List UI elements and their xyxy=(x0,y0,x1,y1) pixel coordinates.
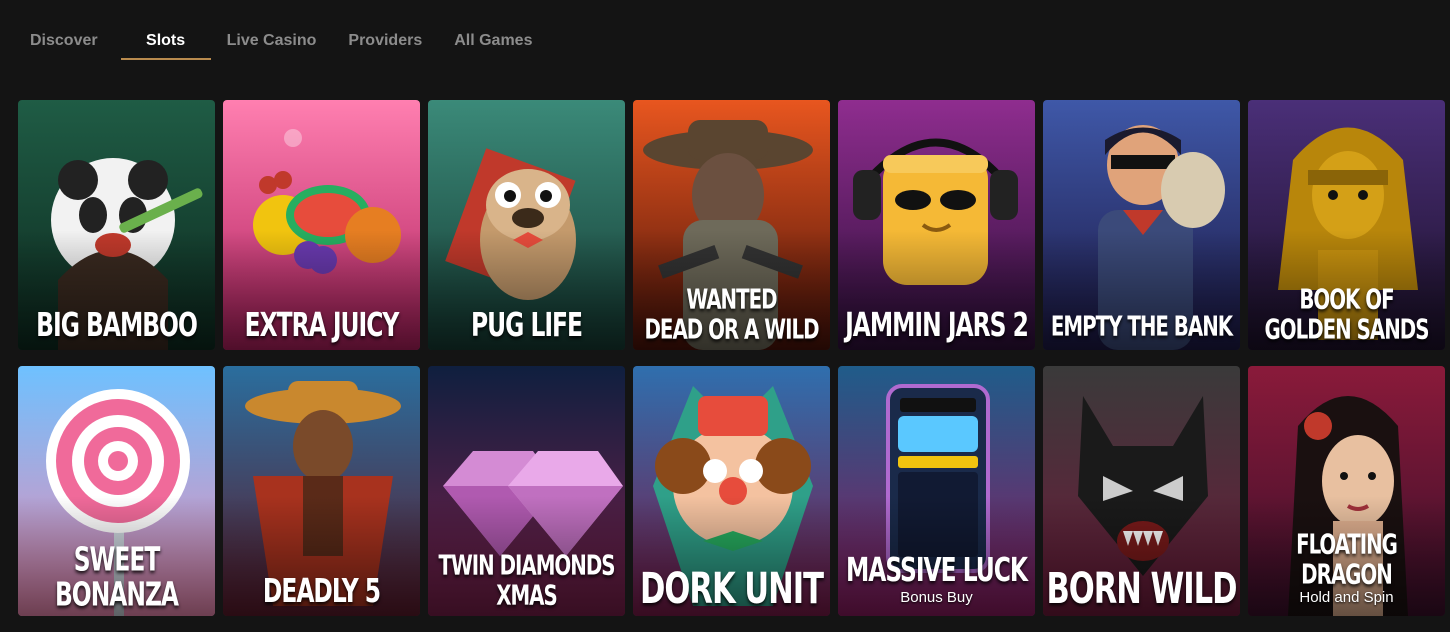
game-label: JAMMIN JARS 2 xyxy=(838,309,1035,344)
game-card[interactable]: DEADLY 5 xyxy=(223,366,420,616)
game-label: WANTED DEAD OR A WILD xyxy=(633,285,830,345)
game-title: TWIN DIAMONDS XMAS xyxy=(438,550,615,612)
game-card[interactable]: MASSIVE LUCK Bonus Buy xyxy=(838,366,1035,616)
game-title: EMPTY THE BANK xyxy=(1050,311,1233,343)
game-label: MASSIVE LUCK Bonus Buy xyxy=(838,552,1035,607)
game-title: EXTRA JUICY xyxy=(244,307,400,345)
game-card[interactable]: JAMMIN JARS 2 xyxy=(838,100,1035,350)
game-label: DEADLY 5 xyxy=(223,575,420,610)
game-title: JAMMIN JARS 2 xyxy=(845,307,1029,345)
game-subtitle: Hold and Spin xyxy=(1299,589,1394,606)
game-title: MASSIVE LUCK xyxy=(845,552,1028,590)
game-label: TWIN DIAMONDS XMAS xyxy=(428,551,625,611)
game-title: WANTED DEAD OR A WILD xyxy=(644,284,820,346)
game-title: DORK UNIT xyxy=(640,564,824,614)
game-title: PUG LIFE xyxy=(470,307,583,345)
game-title: BIG BAMBOO xyxy=(36,307,198,345)
game-title: BORN WILD xyxy=(1046,564,1237,614)
game-card[interactable]: BOOK OF GOLDEN SANDS xyxy=(1248,100,1445,350)
game-card[interactable]: EMPTY THE BANK xyxy=(1043,100,1240,350)
game-card[interactable]: WANTED DEAD OR A WILD xyxy=(633,100,830,350)
game-label: BOOK OF GOLDEN SANDS xyxy=(1248,285,1445,345)
game-card[interactable]: BORN WILD xyxy=(1043,366,1240,616)
tab-providers[interactable]: Providers xyxy=(348,26,422,60)
game-card[interactable]: EXTRA JUICY xyxy=(223,100,420,350)
game-label: EMPTY THE BANK xyxy=(1043,311,1240,343)
games-row: SWEET BONANZA DEADLY 5 TWIN DIAMONDS XMAS D… xyxy=(18,366,1450,616)
game-label: BORN WILD xyxy=(1043,568,1240,611)
game-label: SWEET BONANZA xyxy=(18,543,215,613)
tab-slots[interactable]: Slots xyxy=(120,26,211,60)
games-row: BIG BAMBOO EXTRA JUICY PUG LIFE WANTED DEAD… xyxy=(18,100,1450,350)
game-title: FLOATING DRAGON xyxy=(1296,529,1398,591)
game-label: FLOATING DRAGON Hold and Spin xyxy=(1248,530,1445,606)
game-title: DEADLY 5 xyxy=(262,573,381,611)
game-label: DORK UNIT xyxy=(633,568,830,611)
game-title: SWEET BONANZA xyxy=(54,541,179,615)
game-label: PUG LIFE xyxy=(428,309,625,344)
game-card[interactable]: BIG BAMBOO xyxy=(18,100,215,350)
games-grid: BIG BAMBOO EXTRA JUICY PUG LIFE WANTED DEAD… xyxy=(18,100,1450,632)
tab-discover[interactable]: Discover xyxy=(30,26,98,60)
game-label: EXTRA JUICY xyxy=(223,309,420,344)
game-label: BIG BAMBOO xyxy=(18,309,215,344)
game-title: BOOK OF GOLDEN SANDS xyxy=(1264,284,1430,346)
tab-all-games[interactable]: All Games xyxy=(454,26,532,60)
game-card[interactable]: PUG LIFE xyxy=(428,100,625,350)
game-card[interactable]: SWEET BONANZA xyxy=(18,366,215,616)
game-card[interactable]: TWIN DIAMONDS XMAS xyxy=(428,366,625,616)
game-subtitle: Bonus Buy xyxy=(900,589,973,606)
game-card[interactable]: DORK UNIT xyxy=(633,366,830,616)
category-tabs: Discover Slots Live Casino Providers All… xyxy=(30,26,564,60)
game-card[interactable]: FLOATING DRAGON Hold and Spin xyxy=(1248,366,1445,616)
tab-live-casino[interactable]: Live Casino xyxy=(227,26,317,60)
